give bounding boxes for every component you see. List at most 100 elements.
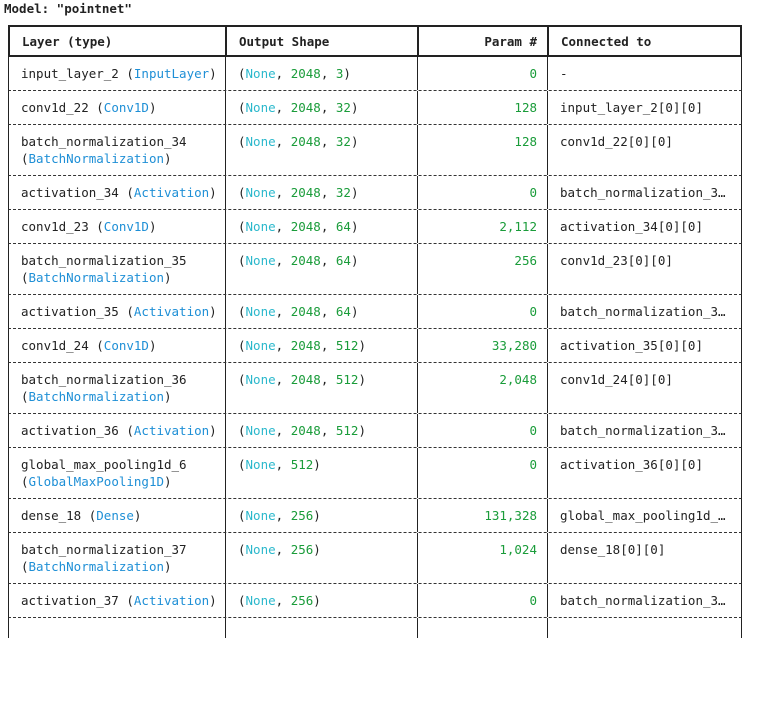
layer-name: activation_34: [21, 185, 119, 200]
output-shape-cell: (None, 512): [226, 448, 418, 498]
param-cell: 128: [418, 91, 548, 124]
layer-cell: activation_36 (Activation): [9, 414, 226, 447]
output-shape-cell: (None, 2048, 512): [226, 329, 418, 362]
empty-cell: [9, 618, 226, 638]
layer-type: Activation: [133, 304, 210, 319]
layer-name: activation_35: [21, 304, 119, 319]
model-title: Model: "pointnet": [4, 1, 132, 16]
layer-name: conv1d_24: [21, 338, 89, 353]
layer-name: activation_36: [21, 423, 119, 438]
shape-none: None: [245, 134, 276, 149]
layer-cell: conv1d_24 (Conv1D): [9, 329, 226, 362]
layer-type: Conv1D: [103, 100, 149, 115]
layer-cell: activation_34 (Activation): [9, 176, 226, 209]
shape-dim: 2048: [290, 423, 321, 438]
shape-dim: 512: [335, 338, 359, 353]
layer-type: BatchNormalization: [28, 389, 164, 404]
param-cell: 0: [418, 57, 548, 90]
layer-name: batch_normalization_36: [21, 372, 187, 387]
layer-name: conv1d_22: [21, 100, 89, 115]
layer-cell: conv1d_22 (Conv1D): [9, 91, 226, 124]
layer-cell: global_max_pooling1d_6 (GlobalMaxPooling…: [9, 448, 226, 498]
layer-cell: activation_37 (Activation): [9, 584, 226, 617]
output-shape-cell: (None, 2048, 512): [226, 414, 418, 447]
connected-to-cell: batch_normalization_3…: [560, 185, 726, 200]
param-cell: 131,328: [418, 499, 548, 532]
layer-name: activation_37: [21, 593, 119, 608]
param-count: 0: [529, 185, 537, 200]
layer-name: batch_normalization_37: [21, 542, 187, 557]
table-row: global_max_pooling1d_6 (GlobalMaxPooling…: [8, 448, 742, 499]
connected-to-cell: conv1d_22[0][0]: [560, 134, 673, 149]
table-row: batch_normalization_35 (BatchNormalizati…: [8, 244, 742, 295]
connected-to-cell: batch_normalization_3…: [560, 304, 726, 319]
shape-none: None: [245, 508, 276, 523]
layer-cell: batch_normalization_35 (BatchNormalizati…: [9, 244, 226, 294]
header-connected-to: Connected to: [561, 34, 652, 49]
connected-to-cell: conv1d_24[0][0]: [560, 372, 673, 387]
layer-type: Activation: [133, 593, 210, 608]
empty-cell: [418, 618, 548, 638]
layer-type: InputLayer: [133, 66, 210, 81]
empty-cell: [548, 618, 741, 638]
connected-to-cell: conv1d_23[0][0]: [560, 253, 673, 268]
output-shape-cell: (None, 2048, 32): [226, 125, 418, 175]
connected-to-cell: batch_normalization_3…: [560, 593, 726, 608]
shape-dim: 2048: [290, 100, 321, 115]
param-count: 2,112: [499, 219, 537, 234]
shape-dim: 256: [290, 508, 314, 523]
shape-dim: 32: [335, 100, 351, 115]
table-row: conv1d_23 (Conv1D) (None, 2048, 64) 2,112 a…: [8, 210, 742, 244]
layer-cell: input_layer_2 (InputLayer): [9, 57, 226, 90]
param-count: 128: [514, 134, 537, 149]
param-cell: 0: [418, 295, 548, 328]
table-row: batch_normalization_36 (BatchNormalizati…: [8, 363, 742, 414]
shape-none: None: [245, 593, 276, 608]
output-shape-cell: (None, 256): [226, 499, 418, 532]
shape-dim: 512: [335, 423, 359, 438]
param-cell: 2,048: [418, 363, 548, 413]
table-row: conv1d_22 (Conv1D) (None, 2048, 32) 128 inp…: [8, 91, 742, 125]
param-count: 1,024: [499, 542, 537, 557]
shape-dim: 32: [335, 134, 351, 149]
connected-to-cell: dense_18[0][0]: [560, 542, 666, 557]
shape-dim: 3: [335, 66, 344, 81]
connected-to-cell: global_max_pooling1d_…: [560, 508, 726, 523]
layer-cell: activation_35 (Activation): [9, 295, 226, 328]
table-row: activation_34 (Activation) (None, 2048, 3…: [8, 176, 742, 210]
shape-dim: 512: [335, 372, 359, 387]
layer-type: Activation: [133, 185, 210, 200]
output-shape-cell: (None, 2048, 32): [226, 176, 418, 209]
param-cell: 2,112: [418, 210, 548, 243]
shape-dim: 2048: [290, 185, 321, 200]
shape-dim: 2048: [290, 304, 321, 319]
connected-to-cell: activation_34[0][0]: [560, 219, 703, 234]
shape-dim: 64: [335, 304, 351, 319]
shape-dim: 2048: [290, 66, 321, 81]
param-count: 2,048: [499, 372, 537, 387]
model-summary-table: Layer (type) Output Shape Param # Connec…: [8, 25, 742, 638]
layer-type: Conv1D: [103, 219, 149, 234]
shape-dim: 64: [335, 253, 351, 268]
output-shape-cell: (None, 256): [226, 584, 418, 617]
param-cell: 0: [418, 448, 548, 498]
layer-cell: dense_18 (Dense): [9, 499, 226, 532]
header-output-shape: Output Shape: [227, 27, 419, 55]
shape-dim: 2048: [290, 219, 321, 234]
layer-type: BatchNormalization: [28, 270, 164, 285]
shape-dim: 2048: [290, 253, 321, 268]
param-cell: 0: [418, 584, 548, 617]
table-header: Layer (type) Output Shape Param # Connec…: [8, 25, 742, 57]
table-row: activation_35 (Activation) (None, 2048, 6…: [8, 295, 742, 329]
layer-type: GlobalMaxPooling1D: [28, 474, 164, 489]
param-count: 0: [529, 593, 537, 608]
output-shape-cell: (None, 2048, 3): [226, 57, 418, 90]
table-row: dense_18 (Dense) (None, 256) 131,328 global…: [8, 499, 742, 533]
shape-none: None: [245, 338, 276, 353]
shape-dim: 256: [290, 593, 314, 608]
connected-to-cell: activation_35[0][0]: [560, 338, 703, 353]
param-cell: 0: [418, 414, 548, 447]
table-body: input_layer_2 (InputLayer) (None, 2048, 3…: [8, 57, 742, 638]
layer-cell: conv1d_23 (Conv1D): [9, 210, 226, 243]
shape-dim: 64: [335, 219, 351, 234]
